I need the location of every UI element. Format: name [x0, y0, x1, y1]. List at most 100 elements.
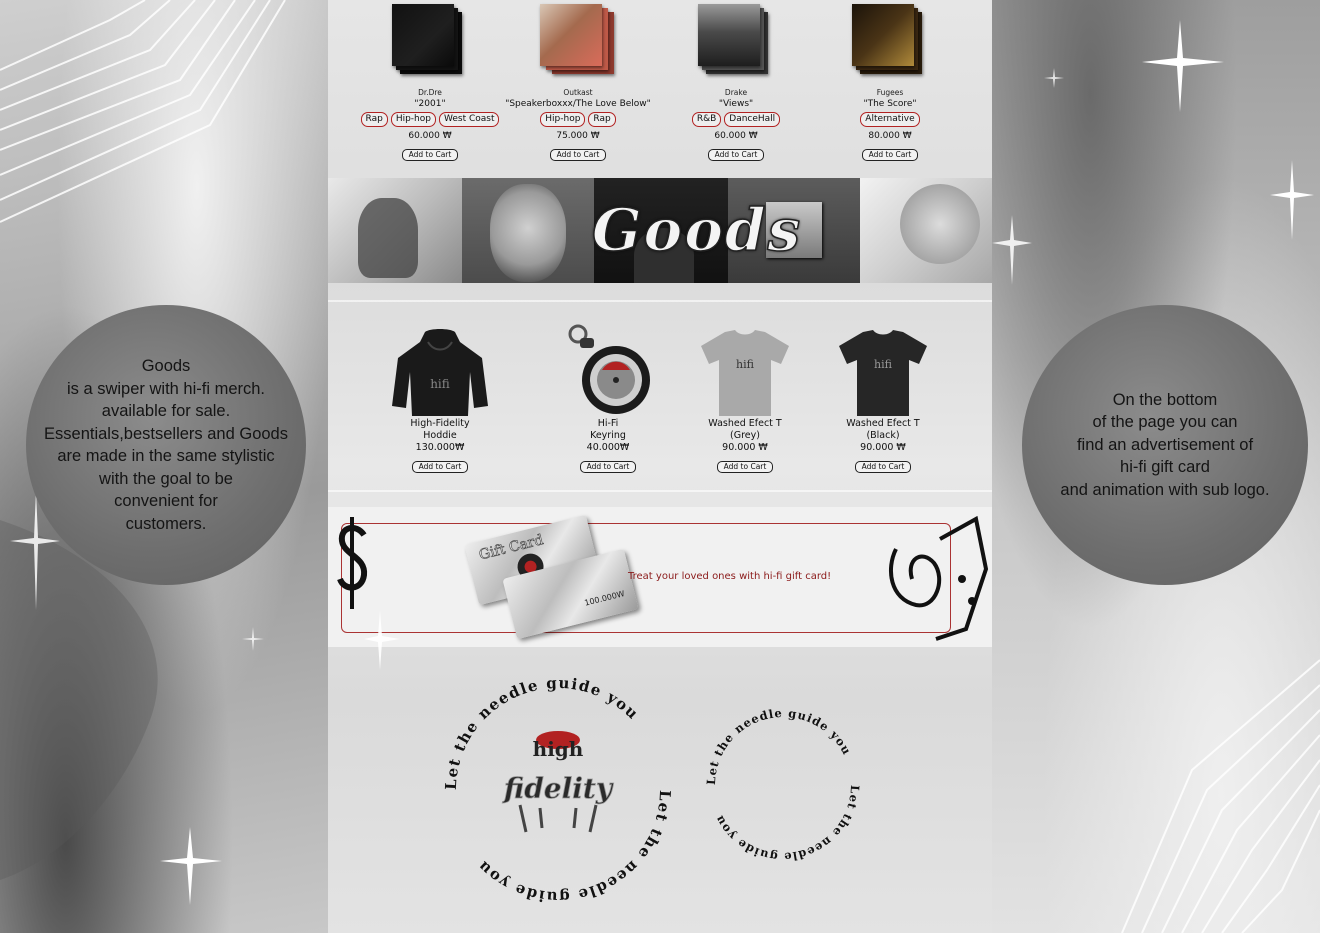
genre-tags: R&B DanceHall [656, 112, 816, 128]
genre-tag[interactable]: Alternative [860, 112, 920, 127]
add-to-cart-button[interactable]: Add to Cart [579, 461, 637, 473]
goods-item[interactable]: hifi Washed Efect T (Grey) 90.000 ₩ Add … [680, 328, 810, 473]
logo-top-text: high [533, 737, 584, 761]
genre-tag[interactable]: Rap [360, 112, 388, 127]
album-card[interactable]: Outkast "Speakerboxxx/The Love Below" Hi… [498, 0, 658, 161]
album-title: "Views" [718, 99, 754, 109]
genre-tags: Alternative [810, 112, 970, 128]
gift-card-banner[interactable]: Gift Card 100.000W 100.000W Treat your l… [328, 507, 992, 647]
note-line: customers. [125, 514, 207, 533]
ring-text: Let the needle guide you [473, 790, 674, 907]
paper-crease [328, 490, 992, 492]
add-to-cart-button[interactable]: Add to Cart [401, 149, 459, 161]
note-line: Essentials,bestsellers and Goods [44, 424, 288, 443]
genre-tag[interactable]: West Coast [438, 112, 500, 127]
gift-card-value: 100.000W [583, 589, 626, 608]
goods-name: (Grey) [730, 430, 760, 441]
keyring-icon [568, 324, 650, 414]
album-cover[interactable] [850, 2, 930, 76]
album-title: "2001" [414, 99, 446, 109]
album-artist: Fugees [876, 88, 904, 97]
genre-tag[interactable]: Hip-hop [390, 112, 436, 127]
banner-photo [328, 178, 462, 283]
tshirt-icon: hifi [839, 330, 927, 416]
goods-price: 130.000₩ [415, 442, 465, 453]
goods-price: 40.000₩ [586, 442, 630, 453]
genre-tag[interactable]: DanceHall [724, 112, 781, 127]
album-price: 60.000 ₩ [714, 131, 758, 141]
store-page: Dr.Dre "2001" Rap Hip-hop West Coast 60.… [328, 0, 992, 933]
tshirt-black-image[interactable]: hifi [833, 328, 933, 418]
goods-title: Goods [591, 195, 803, 265]
ring-text: Let the needle guide you [704, 706, 854, 785]
genre-tag[interactable]: Rap [588, 112, 616, 127]
genre-tag[interactable]: R&B [691, 112, 722, 127]
album-price: 75.000 ₩ [556, 131, 600, 141]
tshirt-grey-image[interactable]: hifi [695, 328, 795, 418]
add-to-cart-button[interactable]: Add to Cart [716, 461, 774, 473]
album-card[interactable]: Fugees "The Score" Alternative 80.000 ₩ … [810, 0, 970, 161]
hoodie-image[interactable]: hifi [390, 328, 490, 418]
logo-animation-main: Let the needle guide you Let the needle … [442, 674, 674, 907]
note-line: is a swiper with hi-fi merch. [66, 379, 266, 398]
genre-tags: Hip-hop Rap [498, 112, 658, 128]
note-line: Goods [141, 357, 191, 375]
album-artist: Outkast [563, 88, 593, 97]
paper-crease [328, 300, 992, 302]
hi-fi-logo-icon: high fidelity [501, 731, 614, 833]
sparkle-icon [992, 20, 1314, 285]
album-artist: Drake [724, 88, 748, 97]
genre-tag[interactable]: Hip-hop [540, 112, 586, 127]
album-card[interactable]: Drake "Views" R&B DanceHall 60.000 ₩ Add… [656, 0, 816, 161]
goods-name: High-Fidelity [410, 418, 470, 429]
goods-note-circle: Goods is a swiper with hi-fi merch. avai… [26, 305, 306, 585]
footer-note-circle: On the bottom of the page you can find a… [1022, 305, 1308, 585]
logo-bottom-text: fidelity [502, 772, 614, 805]
goods-item[interactable]: hifi Washed Efect T (Black) 90.000 ₩ Add… [818, 328, 948, 473]
gift-card-tagline: Treat your loved ones with hi-fi gift ca… [628, 571, 832, 582]
add-to-cart-button[interactable]: Add to Cart [854, 461, 912, 473]
goods-name: Hi-Fi [597, 418, 619, 429]
note-line: hi-fi gift card [1120, 458, 1210, 477]
ring-text-path: Let the needle guide you [473, 790, 672, 907]
add-to-cart-button[interactable]: Add to Cart [861, 149, 919, 161]
note-line: On the bottom [1112, 390, 1218, 409]
goods-name: Hoddie [423, 430, 457, 441]
goods-item[interactable]: Hi-Fi Keyring 40.000₩ Add to Cart [543, 324, 673, 473]
album-cover[interactable] [390, 2, 470, 76]
svg-text:hifi: hifi [430, 377, 450, 391]
note-line: and animation with sub logo. [1060, 480, 1270, 499]
genre-tags: Rap Hip-hop West Coast [350, 112, 510, 128]
album-cover[interactable] [538, 2, 618, 76]
ring-text-path: Let the needle guide you [712, 785, 861, 864]
goods-price: 90.000 ₩ [860, 442, 906, 453]
album-card[interactable]: Dr.Dre "2001" Rap Hip-hop West Coast 60.… [350, 0, 510, 161]
sparkle-icon [364, 610, 400, 670]
tshirt-icon: hifi [701, 330, 789, 416]
ring-text: Let the needle guide you [712, 785, 862, 864]
banner-photo [860, 178, 992, 283]
goods-name: (Black) [866, 430, 900, 441]
note-line: available for sale. [101, 402, 231, 420]
note-line: convenient for [114, 492, 218, 510]
album-title: "The Score" [863, 99, 917, 109]
right-annotation-panel: On the bottom of the page you can find a… [992, 0, 1320, 933]
note-line: are made in the same stylistic [57, 447, 275, 465]
goods-item[interactable]: hifi High-Fidelity Hoddie 130.000₩ Add t… [375, 328, 505, 473]
ring-text-path: Let the needle guide you [704, 706, 853, 785]
svg-text:hifi: hifi [736, 358, 755, 371]
album-title: "Speakerboxxx/The Love Below" [505, 99, 651, 109]
album-price: 80.000 ₩ [868, 131, 912, 141]
left-annotation-panel: Goods is a swiper with hi-fi merch. avai… [0, 0, 328, 933]
goods-price: 90.000 ₩ [722, 442, 768, 453]
note-line: find an advertisement of [1076, 435, 1254, 454]
album-cover[interactable] [696, 2, 776, 76]
add-to-cart-button[interactable]: Add to Cart [707, 149, 765, 161]
keyring-image[interactable] [558, 324, 658, 418]
dollar-sign-icon [337, 517, 368, 609]
goods-name: Keyring [590, 430, 626, 441]
add-to-cart-button[interactable]: Add to Cart [411, 461, 469, 473]
banner-photo [462, 178, 594, 283]
add-to-cart-button[interactable]: Add to Cart [549, 149, 607, 161]
hoodie-icon: hifi [392, 329, 488, 416]
